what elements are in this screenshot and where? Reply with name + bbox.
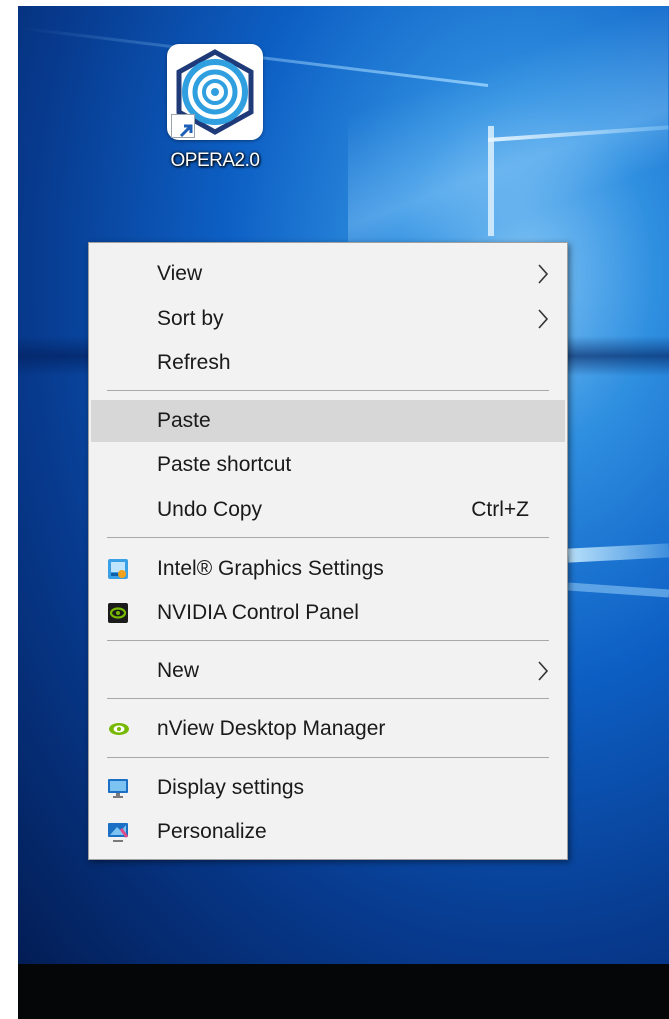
chevron-right-icon [537, 263, 549, 291]
menu-separator [107, 537, 549, 538]
menu-item-shortcut: Ctrl+Z [471, 498, 529, 521]
menu-item-new[interactable]: New [91, 650, 565, 692]
menu-item-label: Undo Copy [157, 498, 263, 521]
menu-item-paste-shortcut[interactable]: Paste shortcut [91, 444, 565, 486]
menu-item-paste[interactable]: Paste [91, 400, 565, 442]
menu-item-label: Paste [157, 409, 211, 432]
menu-item-view[interactable]: View [91, 253, 565, 295]
menu-item-nvidia-control-panel[interactable]: NVIDIA Control Panel [91, 592, 565, 634]
menu-item-nview-desktop-manager[interactable]: nView Desktop Manager [91, 708, 565, 750]
menu-item-label: New [157, 659, 200, 682]
nvidia-eye-icon [107, 718, 129, 740]
taskbar[interactable] [18, 964, 669, 1019]
nvidia-control-panel-icon [107, 602, 129, 624]
shortcut-arrow-icon [171, 114, 195, 138]
menu-separator [107, 640, 549, 641]
menu-item-label: View [157, 262, 203, 285]
display-settings-icon [107, 777, 129, 799]
opera-spiral-icon [167, 44, 263, 140]
menu-item-label: Intel® Graphics Settings [157, 557, 384, 580]
menu-separator [107, 757, 549, 758]
menu-item-refresh[interactable]: Refresh [91, 342, 565, 384]
menu-separator [107, 698, 549, 699]
menu-item-label: Sort by [157, 307, 224, 330]
menu-item-label: Refresh [157, 351, 231, 374]
menu-item-label: nView Desktop Manager [157, 717, 386, 740]
shortcut-label: OPERA2.0 [170, 150, 260, 171]
personalize-icon [107, 821, 129, 843]
menu-item-undo-copy[interactable]: Undo Copy Ctrl+Z [91, 489, 565, 531]
menu-item-label: Personalize [157, 820, 267, 843]
menu-item-label: NVIDIA Control Panel [157, 601, 359, 624]
menu-item-intel-graphics[interactable]: Intel® Graphics Settings [91, 548, 565, 590]
menu-item-label: Display settings [157, 776, 305, 799]
intel-graphics-icon [107, 558, 129, 580]
menu-item-personalize[interactable]: Personalize [91, 811, 565, 853]
context-menu: View Sort by Refresh Paste Paste shortcu… [88, 242, 568, 860]
menu-item-display-settings[interactable]: Display settings [91, 767, 565, 809]
desktop-shortcut-opera[interactable]: OPERA2.0 [160, 44, 270, 172]
menu-item-sort-by[interactable]: Sort by [91, 298, 565, 340]
menu-item-label: Paste shortcut [157, 453, 292, 476]
chevron-right-icon [537, 308, 549, 336]
chevron-right-icon [537, 660, 549, 688]
menu-separator [107, 390, 549, 391]
